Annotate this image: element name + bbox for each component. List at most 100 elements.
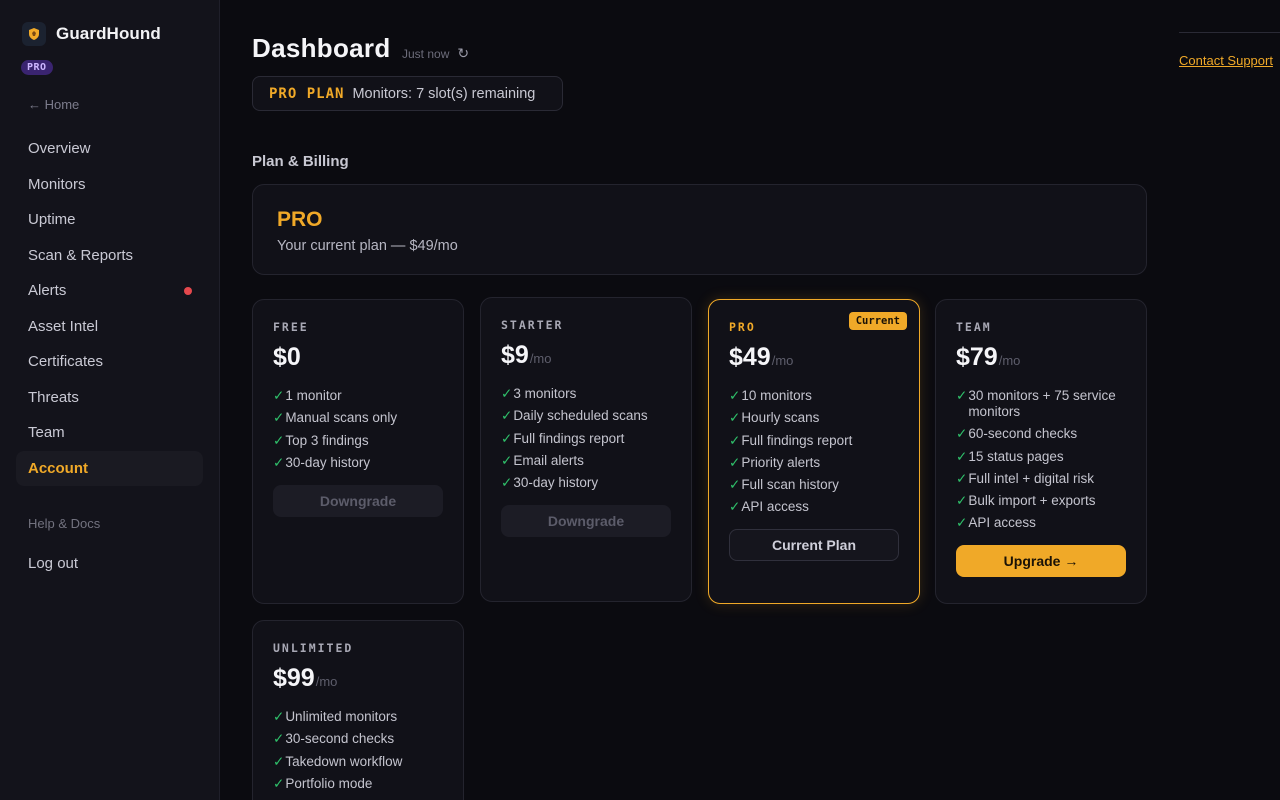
- price-period: /mo: [771, 353, 794, 368]
- check-icon: ✓: [273, 454, 285, 470]
- plan-label: FREE: [273, 320, 309, 334]
- feature-item: ✓ Daily scheduled scans: [501, 408, 648, 424]
- feature-item: ✓ 30 monitors + 75 service monitors: [956, 388, 1116, 419]
- sidebar-item-label: Team: [28, 424, 65, 442]
- check-icon: ✓: [729, 432, 741, 448]
- downgrade-button[interactable]: Downgrade: [273, 484, 443, 517]
- section-title: Plan & Billing: [252, 153, 349, 170]
- sidebar-item-certificates[interactable]: Certificates: [16, 344, 203, 380]
- feature-item: ✓ Portfolio mode: [273, 775, 373, 791]
- shield-logo-icon: [22, 22, 46, 46]
- feature-list: ✓ 1 monitor ✓ Manual scans only ✓ Top 3 fin…: [273, 388, 443, 471]
- divider: [1179, 32, 1280, 33]
- plan-card-pro: Current PRO $49 /mo ✓ 10 monitors ✓ Hourly…: [708, 299, 920, 604]
- plan-badge: PRO: [21, 60, 53, 75]
- sidebar-item-label: Threats: [28, 388, 79, 406]
- feature-list: ✓ 3 monitors ✓ Daily scheduled scans ✓ Full…: [501, 386, 671, 491]
- home-link[interactable]: ← Home: [28, 97, 79, 112]
- sidebar-item-scan-reports[interactable]: Scan & Reports: [16, 238, 203, 274]
- check-icon: ✓: [956, 448, 968, 464]
- check-icon: ✓: [273, 388, 285, 403]
- feature-item: ✓ 1 monitor: [273, 388, 342, 403]
- last-updated-text: Just now: [402, 46, 450, 61]
- plan-tag: PRO PLAN: [269, 85, 345, 102]
- plan-card-unlimited: UNLIMITED $99 /mo ✓ Unlimited monitors ✓ 3…: [252, 620, 464, 800]
- price-amount: $79: [956, 343, 998, 371]
- downgrade-button[interactable]: Downgrade: [501, 505, 671, 538]
- feature-item: ✓ 30-day history: [501, 475, 599, 491]
- current-plan-button[interactable]: Current Plan: [729, 529, 899, 562]
- sidebar-item-alerts[interactable]: Alerts: [16, 273, 203, 309]
- feature-item: ✓ Full findings report: [729, 432, 853, 448]
- refresh-icon[interactable]: ↻: [457, 45, 469, 62]
- check-icon: ✓: [956, 388, 968, 403]
- app-name: GuardHound: [56, 24, 161, 43]
- feature-item: ✓ 15 status pages: [956, 448, 1064, 464]
- check-icon: ✓: [501, 386, 513, 401]
- sidebar-item-threats[interactable]: Threats: [16, 380, 203, 416]
- sidebar-item-label: Overview: [28, 140, 91, 158]
- feature-item: ✓ 3 monitors: [501, 386, 577, 401]
- plan-price: $9 /mo: [501, 341, 671, 370]
- plan-price: $0: [273, 343, 443, 372]
- feature-item: ✓ API access: [729, 499, 809, 515]
- sidebar-item-asset-intel[interactable]: Asset Intel: [16, 309, 203, 345]
- feature-list: ✓ 10 monitors ✓ Hourly scans ✓ Full finding…: [729, 388, 899, 515]
- current-badge: Current: [848, 312, 907, 330]
- price-period: /mo: [315, 674, 338, 689]
- sidebar-item-label: Scan & Reports: [28, 246, 134, 264]
- plan-label: STARTER: [501, 318, 564, 332]
- help-docs-link[interactable]: Help & Docs: [28, 516, 100, 531]
- sidebar-item-label: Uptime: [28, 211, 76, 229]
- feature-item: ✓ Email alerts: [501, 452, 584, 468]
- price-period: /mo: [998, 353, 1021, 368]
- check-icon: ✓: [273, 753, 285, 769]
- check-icon: ✓: [956, 515, 968, 531]
- check-icon: ✓: [501, 430, 513, 446]
- logout-link[interactable]: Log out: [28, 555, 78, 572]
- current-plan-summary: PRO Your current plan — $49/mo: [252, 184, 1147, 275]
- sidebar-item-account[interactable]: Account: [16, 450, 203, 486]
- feature-item: ✓ API access: [956, 515, 1036, 531]
- price-amount: $49: [729, 343, 771, 371]
- feature-item: ✓ Top 3 findings: [273, 432, 369, 448]
- price-amount: $99: [273, 664, 315, 692]
- feature-item: ✓ Bulk import + exports: [956, 493, 1096, 509]
- feature-list: ✓ Unlimited monitors ✓ 30-second checks ✓ T…: [273, 709, 443, 792]
- sidebar-item-uptime[interactable]: Uptime: [16, 202, 203, 238]
- check-icon: ✓: [729, 477, 741, 493]
- feature-item: ✓ 30-second checks: [273, 731, 395, 747]
- price-amount: $0: [273, 343, 301, 371]
- sidebar-item-label: Certificates: [28, 353, 104, 371]
- check-icon: ✓: [729, 388, 741, 403]
- upgrade-button[interactable]: Upgrade →: [956, 545, 1126, 578]
- check-icon: ✓: [729, 454, 741, 470]
- alert-dot-icon: [184, 286, 192, 295]
- sidebar-item-overview[interactable]: Overview: [16, 131, 203, 167]
- feature-item: ✓ Unlimited monitors: [273, 709, 398, 724]
- sidebar-item-monitors[interactable]: Monitors: [16, 167, 203, 203]
- plan-card-team: TEAM $79 /mo ✓ 30 monitors + 75 service m…: [935, 299, 1147, 604]
- check-icon: ✓: [956, 426, 968, 442]
- feature-item: ✓ 10 monitors: [729, 388, 812, 403]
- plan-label: UNLIMITED: [273, 641, 354, 655]
- feature-item: ✓ Full scan history: [729, 477, 839, 493]
- feature-item: ✓ Priority alerts: [729, 454, 821, 470]
- brand[interactable]: GuardHound: [22, 22, 161, 46]
- sidebar-item-team[interactable]: Team: [16, 415, 203, 451]
- last-updated: Just now ↻: [402, 45, 469, 62]
- feature-item: ✓ 60-second checks: [956, 426, 1078, 442]
- plan-price: $49 /mo: [729, 343, 899, 372]
- plan-card-free: FREE $0 ✓ 1 monitor ✓ Manual scans only ✓ T…: [252, 299, 464, 604]
- feature-item: ✓ Hourly scans: [729, 410, 820, 426]
- plan-status-text: Monitors: 7 slot(s) remaining: [352, 85, 536, 102]
- feature-item: ✓ Manual scans only: [273, 410, 398, 426]
- check-icon: ✓: [273, 432, 285, 448]
- sidebar-item-label: Alerts: [28, 282, 67, 300]
- sidebar-item-label: Account: [28, 459, 88, 477]
- feature-item: ✓ 30-day history: [273, 454, 371, 470]
- contact-support-link[interactable]: Contact Support: [1179, 53, 1273, 68]
- check-icon: ✓: [273, 775, 285, 791]
- plan-price: $99 /mo: [273, 664, 443, 693]
- check-icon: ✓: [729, 499, 741, 515]
